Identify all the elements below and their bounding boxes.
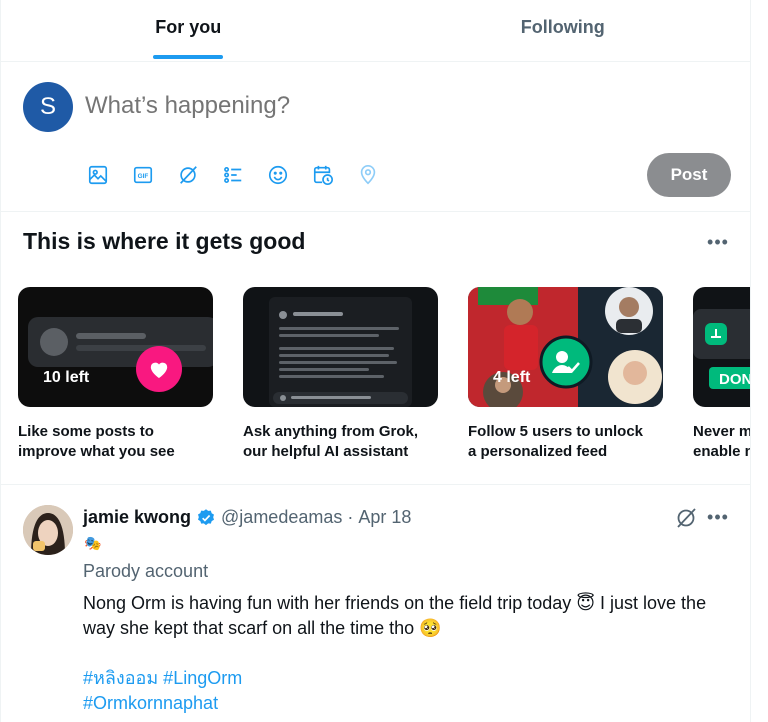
location-icon — [360, 165, 376, 185]
card-like-posts-line2: improve what you see — [18, 443, 175, 460]
tab-following-label: Following — [520, 17, 605, 37]
card-notifications-badge: DON — [719, 371, 751, 388]
card-grok-image — [243, 287, 438, 407]
onboarding-cards: 10 left Like some posts to improve what … — [18, 287, 751, 462]
hashtag-line-2[interactable]: #Ormkornnaphat — [83, 691, 242, 716]
more-icon: ••• — [707, 506, 729, 527]
svg-text:GIF: GIF — [138, 173, 149, 180]
card-follow-users-image: 4 left — [468, 287, 663, 407]
post-date[interactable]: Apr 18 — [358, 507, 411, 528]
avatar-letter: S — [39, 93, 56, 120]
heart-badge — [136, 346, 182, 392]
notifications-illustration — [693, 309, 750, 389]
card-notifications[interactable]: DON Never m enable n — [693, 287, 751, 462]
schedule-button[interactable] — [310, 160, 355, 190]
card-follow-users[interactable]: 4 left Follow 5 users to unlock a person… — [468, 287, 663, 462]
card-follow-users-line2: a personalized feed — [468, 443, 608, 460]
card-like-posts-image: 10 left — [18, 287, 213, 407]
card-follow-users-count: 4 left — [493, 369, 531, 386]
post-article[interactable]: jamie kwong @jamedeamas · Apr 18 ••• 🎭 P… — [1, 484, 750, 722]
card-like-posts-count: 10 left — [43, 369, 90, 386]
grok-explain-button[interactable] — [674, 506, 698, 530]
heart-icon — [150, 362, 168, 379]
hashtag-line-1[interactable]: #หลิงออม #LingOrm — [83, 666, 242, 691]
card-grok-line2: our helpful AI assistant — [243, 443, 409, 460]
card-like-posts-title: Like some posts to improve what you see — [18, 422, 213, 462]
card-notifications-title: Never m enable n — [693, 422, 751, 462]
active-tab-indicator — [153, 55, 224, 59]
location-button[interactable] — [355, 160, 400, 190]
grok-chat-illustration — [269, 297, 412, 407]
header-separator: · — [347, 507, 354, 527]
more-icon: ••• — [707, 231, 729, 252]
emoji-icon — [268, 165, 288, 185]
card-notifications-line1: Never m — [693, 423, 751, 440]
card-follow-users-line1: Follow 5 users to unlock — [468, 423, 644, 440]
grok-icon — [180, 166, 197, 184]
follow-users-illustration — [468, 287, 663, 407]
tab-for-you[interactable]: For you — [1, 0, 376, 61]
card-notifications-line2: enable n — [693, 443, 751, 460]
parody-label: Parody account — [83, 561, 209, 581]
post-header: jamie kwong @jamedeamas · Apr 18 — [83, 507, 411, 528]
composer-toolbar: GIF — [85, 160, 400, 190]
card-grok-line1: Ask anything from Grok, — [243, 423, 419, 440]
schedule-icon — [313, 165, 333, 185]
author-handle[interactable]: @jamedeamas — [221, 507, 342, 528]
user-avatar[interactable]: S — [23, 82, 73, 132]
post-more-button[interactable]: ••• — [706, 505, 730, 529]
author-name[interactable]: jamie kwong — [83, 507, 191, 528]
post-composer: S GIF Post — [1, 62, 750, 212]
gif-icon: GIF — [133, 166, 153, 184]
parody-mask-icon: 🎭 — [84, 535, 102, 551]
emoji-button[interactable] — [265, 160, 310, 190]
card-follow-users-title: Follow 5 users to unlock a personalized … — [468, 422, 663, 462]
poll-icon — [224, 167, 242, 183]
card-grok-title: Ask anything from Grok, our helpful AI a… — [243, 422, 438, 462]
post-hashtags: #หลิงออม #LingOrm #Ormkornnaphat — [83, 666, 242, 716]
card-like-posts[interactable]: 10 left Like some posts to improve what … — [18, 287, 213, 462]
section-more-button[interactable]: ••• — [706, 230, 730, 254]
image-icon — [88, 165, 108, 185]
grok-icon — [677, 508, 696, 528]
compose-input[interactable] — [85, 92, 685, 120]
post-text: Nong Orm is having fun with her friends … — [83, 593, 707, 638]
verified-badge-icon — [198, 508, 215, 525]
author-photo — [23, 505, 73, 555]
card-grok[interactable]: Ask anything from Grok, our helpful AI a… — [243, 287, 438, 462]
card-notifications-image: DON — [693, 287, 751, 407]
card-like-posts-line1: Like some posts to — [18, 423, 154, 440]
home-timeline: For you Following S GIF — [0, 0, 751, 722]
post-button[interactable]: Post — [647, 153, 731, 197]
gif-button[interactable]: GIF — [130, 160, 175, 190]
timeline-tabs: For you Following — [1, 0, 750, 62]
poll-button[interactable] — [220, 160, 265, 190]
like-posts-illustration — [28, 317, 213, 367]
section-title: This is where it gets good — [23, 228, 306, 254]
post-author-avatar[interactable] — [23, 505, 73, 555]
tab-following[interactable]: Following — [376, 0, 751, 61]
grok-button[interactable] — [175, 160, 220, 190]
media-button[interactable] — [85, 160, 130, 190]
